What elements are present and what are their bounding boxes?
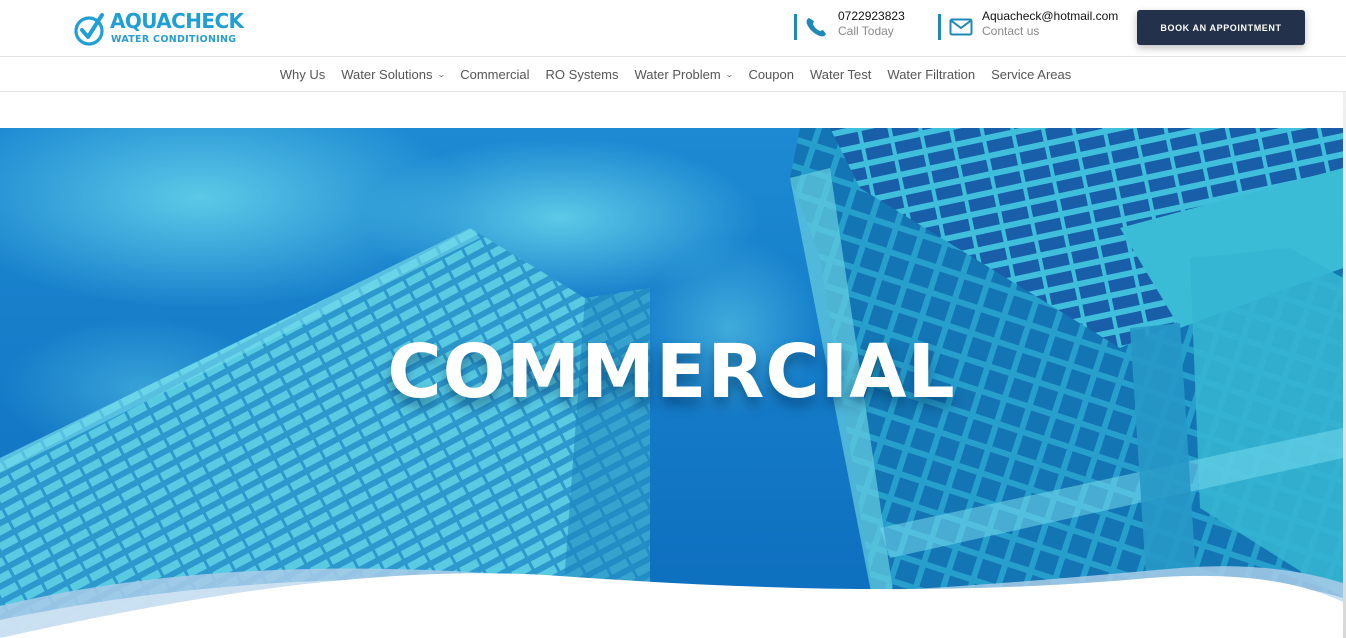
phone-icon	[806, 18, 826, 37]
nav-item-label: Why Us	[279, 67, 326, 82]
nav-item-label: Commercial	[460, 67, 530, 82]
nav-item-service-areas[interactable]: Service Areas	[983, 67, 1079, 82]
nav-item-label: Water Problem	[634, 67, 721, 82]
nav-item-ro-systems[interactable]: RO Systems	[538, 67, 627, 82]
phone-number[interactable]: 0722923823	[838, 9, 905, 23]
nav-item-label: Service Areas	[991, 67, 1072, 82]
nav-item-why-us[interactable]: Why Us	[272, 67, 334, 82]
nav-item-label: RO Systems	[545, 67, 619, 82]
nav-item-label: Water Test	[809, 67, 872, 82]
hero-banner: COMMERCIAL	[0, 128, 1343, 638]
book-appointment-button[interactable]: BOOK AN APPOINTMENT	[1137, 10, 1305, 45]
nav-item-coupon[interactable]: Coupon	[740, 67, 802, 82]
contact-divider	[794, 14, 797, 40]
nav-item-water-test[interactable]: Water Test	[802, 67, 879, 82]
main-navigation: Why Us Water Solutions ⌄ Commercial RO Sy…	[0, 57, 1346, 92]
phone-caption: Call Today	[838, 24, 894, 38]
hero-title: COMMERCIAL	[387, 329, 956, 415]
nav-item-water-filtration[interactable]: Water Filtration	[879, 67, 983, 82]
brand-logo[interactable]: AQUACHECK WATER CONDITIONING	[74, 9, 244, 49]
nav-item-label: Coupon	[748, 67, 794, 82]
brand-tagline: WATER CONDITIONING	[111, 34, 237, 45]
contact-divider	[938, 14, 941, 40]
nav-item-label: Water Solutions	[341, 67, 433, 82]
nav-item-label: Water Filtration	[887, 67, 976, 82]
site-header: AQUACHECK WATER CONDITIONING 0722923823 …	[0, 0, 1346, 57]
checkmark-drop-icon	[74, 13, 104, 46]
email-caption: Contact us	[982, 24, 1040, 38]
phone-contact[interactable]: 0722923823 Call Today	[794, 9, 924, 41]
email-address[interactable]: Aquacheck@hotmail.com	[982, 9, 1118, 23]
nav-item-water-problem[interactable]: Water Problem ⌄	[627, 67, 741, 82]
chevron-down-icon: ⌄	[724, 70, 734, 79]
nav-menu: Why Us Water Solutions ⌄ Commercial RO Sy…	[0, 57, 1346, 92]
chevron-down-icon: ⌄	[436, 70, 446, 79]
header-spacer	[0, 92, 1346, 128]
nav-item-water-solutions[interactable]: Water Solutions ⌄	[333, 67, 452, 82]
email-contact[interactable]: Aquacheck@hotmail.com Contact us	[938, 9, 1128, 41]
brand-name: AQUACHECK	[110, 9, 244, 33]
envelope-icon	[949, 18, 973, 36]
nav-item-commercial[interactable]: Commercial	[452, 67, 537, 82]
